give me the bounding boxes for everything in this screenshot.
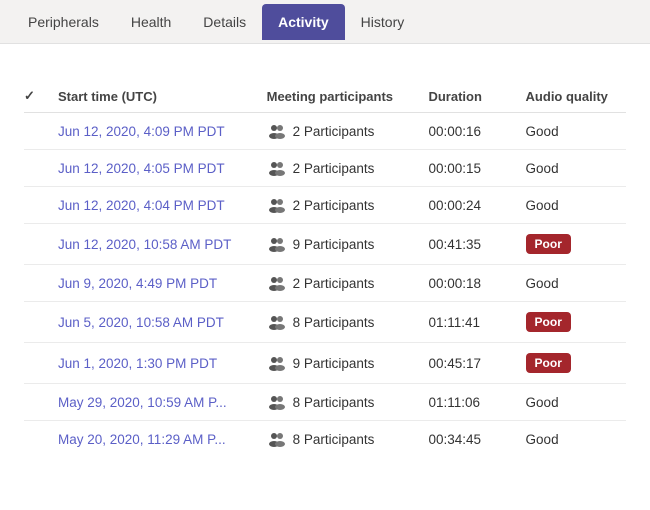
participants-icon — [267, 275, 287, 291]
tab-peripherals[interactable]: Peripherals — [12, 4, 115, 40]
row-start-time[interactable]: Jun 5, 2020, 10:58 AM PDT — [48, 302, 257, 343]
row-participants: 8 Participants — [257, 384, 419, 421]
row-start-time[interactable]: Jun 1, 2020, 1:30 PM PDT — [48, 343, 257, 384]
row-check — [24, 265, 48, 302]
participants-icon — [267, 431, 287, 447]
row-start-time[interactable]: Jun 12, 2020, 4:09 PM PDT — [48, 113, 257, 150]
row-check — [24, 343, 48, 384]
row-participants: 2 Participants — [257, 150, 419, 187]
row-audio-quality: Good — [516, 421, 626, 458]
participants-count: 9 Participants — [293, 237, 375, 252]
participants-icon — [267, 355, 287, 371]
row-duration: 00:00:16 — [418, 113, 515, 150]
col-start-time: Start time (UTC) — [48, 80, 257, 113]
row-start-time[interactable]: Jun 12, 2020, 4:05 PM PDT — [48, 150, 257, 187]
main-content: ✓ Start time (UTC) Meeting participants … — [0, 44, 650, 510]
row-participants: 2 Participants — [257, 113, 419, 150]
row-duration: 00:45:17 — [418, 343, 515, 384]
col-duration: Duration — [418, 80, 515, 113]
participants-count: 8 Participants — [293, 395, 375, 410]
tab-details[interactable]: Details — [187, 4, 262, 40]
participants-count: 2 Participants — [293, 161, 375, 176]
row-check — [24, 421, 48, 458]
row-participants: 2 Participants — [257, 265, 419, 302]
row-duration: 00:00:15 — [418, 150, 515, 187]
table-row: Jun 1, 2020, 1:30 PM PDT 9 Participants 0… — [24, 343, 626, 384]
participants-icon — [267, 160, 287, 176]
row-duration: 01:11:06 — [418, 384, 515, 421]
participants-count: 2 Participants — [293, 124, 375, 139]
row-audio-quality: Good — [516, 113, 626, 150]
row-participants: 8 Participants — [257, 421, 419, 458]
tab-history[interactable]: History — [345, 4, 421, 40]
table-row: May 20, 2020, 11:29 AM P... 8 Participan… — [24, 421, 626, 458]
participants-count: 8 Participants — [293, 432, 375, 447]
row-participants: 2 Participants — [257, 187, 419, 224]
row-audio-quality: Good — [516, 265, 626, 302]
row-start-time[interactable]: May 20, 2020, 11:29 AM P... — [48, 421, 257, 458]
row-start-time[interactable]: May 29, 2020, 10:59 AM P... — [48, 384, 257, 421]
poor-badge: Poor — [526, 234, 571, 254]
participants-count: 8 Participants — [293, 315, 375, 330]
row-participants: 9 Participants — [257, 343, 419, 384]
row-check — [24, 187, 48, 224]
table-row: Jun 12, 2020, 4:04 PM PDT 2 Participants… — [24, 187, 626, 224]
poor-badge: Poor — [526, 312, 571, 332]
row-audio-quality: Good — [516, 150, 626, 187]
row-duration: 00:00:18 — [418, 265, 515, 302]
row-check — [24, 150, 48, 187]
participants-icon — [267, 236, 287, 252]
table-row: Jun 9, 2020, 4:49 PM PDT 2 Participants 0… — [24, 265, 626, 302]
row-start-time[interactable]: Jun 9, 2020, 4:49 PM PDT — [48, 265, 257, 302]
row-check — [24, 384, 48, 421]
row-check — [24, 113, 48, 150]
row-audio-quality: Poor — [516, 302, 626, 343]
row-audio-quality: Good — [516, 187, 626, 224]
row-start-time[interactable]: Jun 12, 2020, 4:04 PM PDT — [48, 187, 257, 224]
tab-bar: PeripheralsHealthDetailsActivityHistory — [0, 0, 650, 44]
participants-icon — [267, 197, 287, 213]
col-participants: Meeting participants — [257, 80, 419, 113]
table-row: Jun 12, 2020, 4:09 PM PDT 2 Participants… — [24, 113, 626, 150]
participants-count: 9 Participants — [293, 356, 375, 371]
table-row: Jun 12, 2020, 10:58 AM PDT 9 Participant… — [24, 224, 626, 265]
row-check — [24, 224, 48, 265]
col-audio-quality: Audio quality — [516, 80, 626, 113]
tab-health[interactable]: Health — [115, 4, 187, 40]
row-duration: 00:41:35 — [418, 224, 515, 265]
participants-icon — [267, 123, 287, 139]
row-participants: 8 Participants — [257, 302, 419, 343]
participants-count: 2 Participants — [293, 276, 375, 291]
participants-icon — [267, 394, 287, 410]
row-duration: 00:00:24 — [418, 187, 515, 224]
table-row: May 29, 2020, 10:59 AM P... 8 Participan… — [24, 384, 626, 421]
activity-table: ✓ Start time (UTC) Meeting participants … — [24, 80, 626, 457]
table-row: Jun 12, 2020, 4:05 PM PDT 2 Participants… — [24, 150, 626, 187]
row-start-time[interactable]: Jun 12, 2020, 10:58 AM PDT — [48, 224, 257, 265]
row-duration: 00:34:45 — [418, 421, 515, 458]
table-row: Jun 5, 2020, 10:58 AM PDT 8 Participants… — [24, 302, 626, 343]
row-duration: 01:11:41 — [418, 302, 515, 343]
tab-activity[interactable]: Activity — [262, 4, 345, 40]
row-participants: 9 Participants — [257, 224, 419, 265]
participants-count: 2 Participants — [293, 198, 375, 213]
col-check: ✓ — [24, 80, 48, 113]
row-audio-quality: Poor — [516, 343, 626, 384]
row-check — [24, 302, 48, 343]
row-audio-quality: Good — [516, 384, 626, 421]
row-audio-quality: Poor — [516, 224, 626, 265]
participants-icon — [267, 314, 287, 330]
poor-badge: Poor — [526, 353, 571, 373]
